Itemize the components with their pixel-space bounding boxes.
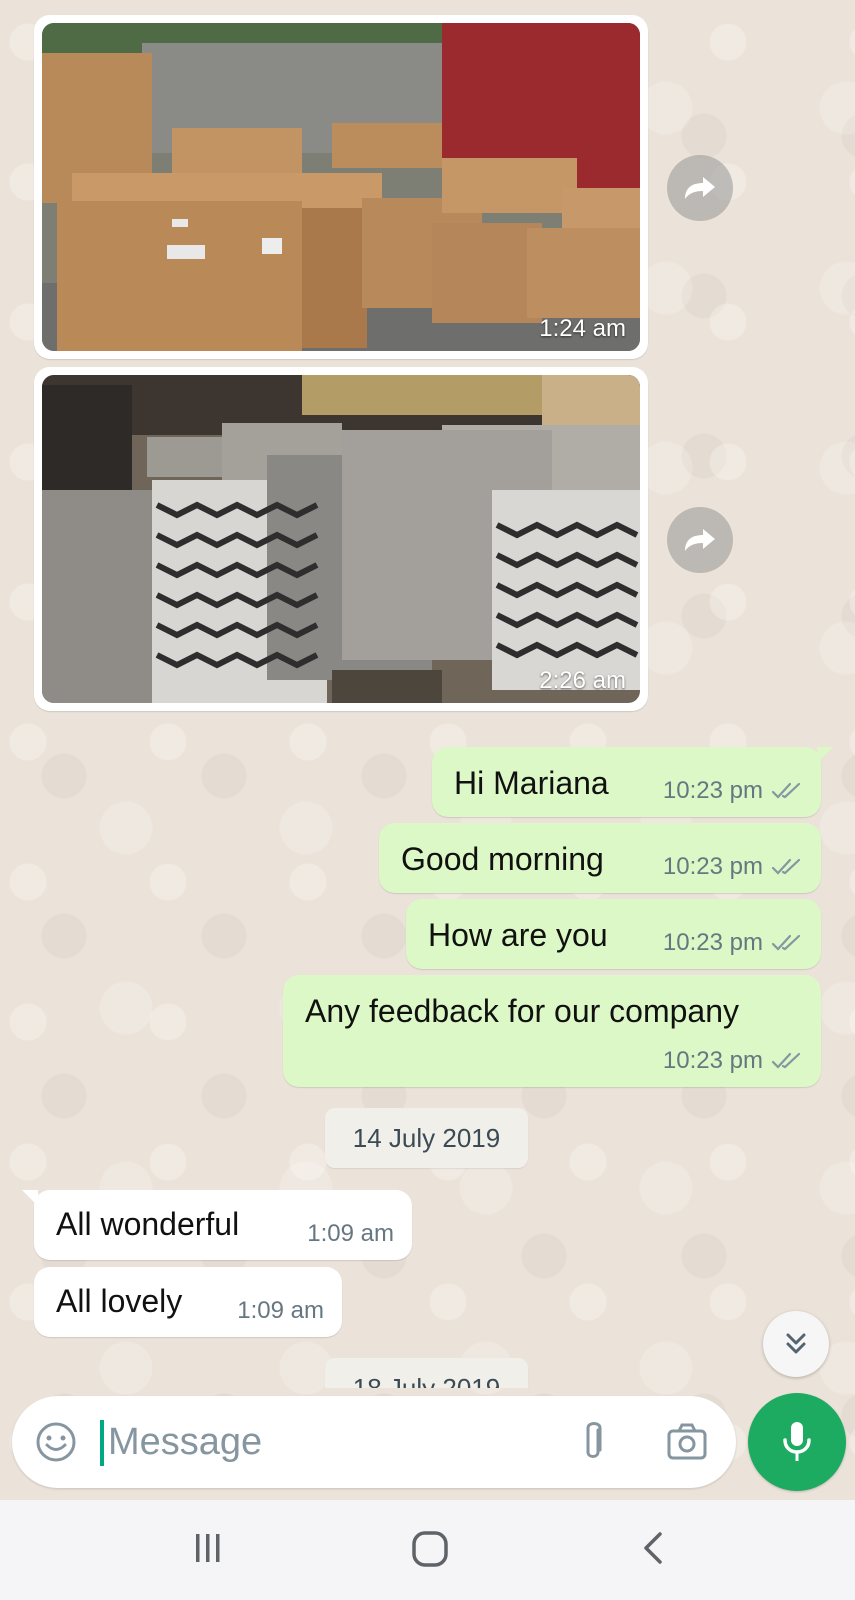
incoming-message[interactable]: All wonderful 1:09 am (22, 1190, 412, 1260)
message-time: 2:26 am (539, 667, 626, 694)
message-time: 1:24 am (539, 315, 626, 342)
emoji-icon[interactable] (34, 1420, 78, 1464)
camera-icon[interactable] (666, 1422, 708, 1462)
double-check-icon (771, 782, 801, 799)
forward-button[interactable] (667, 155, 733, 221)
scroll-down-icon (786, 1333, 806, 1354)
back-icon[interactable] (638, 1530, 668, 1566)
recents-icon[interactable] (190, 1530, 226, 1566)
mic-icon (783, 1422, 811, 1461)
message-meta: 10:23 pm (663, 853, 803, 881)
message-time: 1:09 am (307, 1220, 394, 1247)
message-meta: 10:23 pm (663, 1047, 803, 1075)
scroll-to-bottom-button[interactable] (763, 1311, 829, 1377)
message-time: 1:09 am (237, 1297, 324, 1324)
message-time: 10:23 pm (662, 777, 763, 804)
text-cursor (100, 1420, 104, 1466)
double-check-icon (771, 858, 801, 875)
attach-icon[interactable] (578, 1418, 608, 1466)
message-time: 10:23 pm (662, 853, 763, 880)
message-time: 10:23 pm (662, 1047, 763, 1074)
home-icon[interactable] (410, 1530, 450, 1568)
double-check-icon (771, 934, 801, 951)
message-time: 10:23 pm (662, 929, 763, 956)
voice-message-button[interactable] (748, 1393, 846, 1491)
outgoing-message[interactable]: Good morning 10:23 pm (379, 823, 821, 893)
outgoing-message[interactable]: Hi Mariana 10:23 pm (432, 747, 833, 817)
system-navigation-bar (0, 1500, 855, 1600)
double-check-icon (771, 1052, 801, 1069)
message-text: All lovely (56, 1283, 183, 1319)
incoming-message[interactable]: All lovely 1:09 am (34, 1267, 342, 1337)
message-meta: 10:23 pm (663, 929, 803, 957)
photo-inlay-furniture[interactable] (42, 375, 640, 703)
outgoing-message[interactable]: Any feedback for our company 10:23 pm (283, 975, 821, 1087)
forward-button[interactable] (667, 507, 733, 573)
outgoing-message[interactable]: How are you 10:23 pm (406, 899, 821, 969)
image-message[interactable]: 2:26 am (34, 367, 648, 711)
date-separator: 14 July 2019 (325, 1108, 528, 1168)
message-text: Hi Mariana (454, 765, 609, 801)
bubble-tail (817, 747, 833, 763)
photo-cardboard-boxes[interactable] (42, 23, 640, 351)
message-text: Good morning (401, 841, 604, 877)
date-separator-clip: 18 July 2019 (0, 1340, 855, 1388)
bubble-tail (22, 1190, 38, 1206)
message-text: Any feedback for our company (305, 993, 740, 1029)
message-meta: 10:23 pm (663, 777, 803, 805)
image-message[interactable]: 1:24 am (34, 15, 648, 359)
message-input[interactable] (108, 1416, 548, 1468)
forward-icon (685, 529, 715, 551)
forward-icon (685, 177, 715, 199)
date-separator: 18 July 2019 (325, 1358, 528, 1388)
message-composer (12, 1396, 736, 1488)
message-text: All wonderful (56, 1206, 240, 1242)
message-text: How are you (428, 917, 608, 953)
